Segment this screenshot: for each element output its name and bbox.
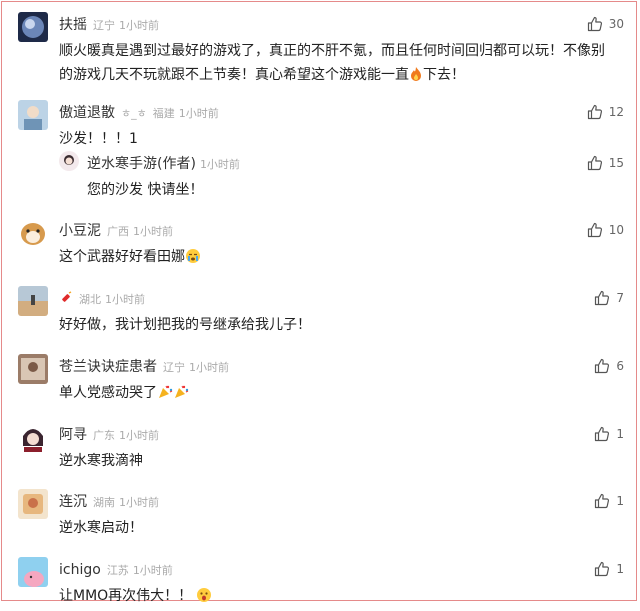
party-popper-emoji [157, 384, 173, 408]
like-count: 12 [608, 105, 624, 119]
reply-item: 逆水寒手游(作者) 1小时前 15 您的沙发 快请坐！ [59, 151, 624, 198]
region-label: 湖北 [79, 293, 101, 306]
firecracker-icon [59, 290, 73, 310]
timestamp: 1小时前 [132, 564, 173, 577]
thumbs-up-icon [595, 493, 610, 509]
user-name[interactable]: ichigo [59, 562, 101, 578]
comment-item: 苍兰诀诀症患者 辽宁 1小时前 6 单人党感动哭了 [18, 354, 624, 401]
thumbs-up-icon [587, 155, 602, 171]
comment-text: 逆水寒我滴神 [59, 453, 143, 469]
surprised-emoji [196, 587, 212, 611]
comment-text: 单人党感动哭了 [59, 381, 612, 408]
comment-item: 连沉 湖南 1小时前 1 逆水寒启动！ [18, 489, 624, 536]
like-button[interactable]: 7 [594, 288, 624, 308]
like-button[interactable]: 6 [594, 356, 624, 376]
like-count: 10 [608, 223, 624, 237]
region-label: 江苏 [106, 564, 129, 577]
timestamp: 1小时前 [119, 19, 159, 32]
comment-item: 湖北 1小时前 7 好好做，我计划把我的号继承给我儿子！ [18, 286, 624, 333]
user-name[interactable]: 苍兰诀诀症患者 [59, 359, 157, 375]
avatar[interactable] [18, 489, 48, 519]
timestamp: 1小时前 [105, 293, 145, 306]
author-avatar[interactable] [59, 151, 79, 171]
like-button[interactable]: 30 [587, 14, 624, 34]
comment-text: 您的沙发 快请坐！ [87, 182, 204, 198]
like-count: 15 [608, 156, 624, 170]
like-button[interactable]: 12 [587, 102, 624, 122]
timestamp: 1小时前 [189, 361, 229, 374]
thumbs-up-icon [595, 290, 610, 306]
comment-item: 扶摇 辽宁 1小时前 30 顺火暖真是遇到过最好的游戏了，真正的不肝不氪，而且任何时… [18, 12, 624, 83]
like-button[interactable]: 1 [594, 559, 624, 579]
avatar[interactable] [18, 422, 48, 452]
like-button[interactable]: 10 [587, 220, 624, 240]
thumbs-up-icon [595, 426, 610, 442]
timestamp: 1小时前 [119, 429, 159, 442]
comment-text: 这个武器好好看田娜 [59, 245, 612, 272]
user-name[interactable]: 阿寻 [59, 427, 87, 443]
avatar[interactable] [18, 218, 48, 248]
comment-item: 阿寻 广东 1小时前 1 逆水寒我滴神 [18, 422, 624, 469]
region-label: 福建 [152, 107, 175, 120]
fire-emoji [409, 66, 423, 90]
avatar[interactable] [18, 354, 48, 384]
region-label: 辽宁 [93, 19, 115, 32]
like-count: 30 [608, 17, 624, 31]
comment-item: ichigo 江苏 1小时前 1 让MMO再次伟大！！ [18, 557, 624, 604]
like-count: 6 [616, 359, 624, 373]
avatar[interactable] [18, 100, 48, 130]
thumbs-up-icon [587, 104, 602, 120]
like-count: 7 [616, 291, 624, 305]
comment-text: 逆水寒启动！ [59, 520, 143, 536]
user-name[interactable]: 连沉 [59, 494, 87, 510]
like-button[interactable]: 1 [594, 424, 624, 444]
comment-list-panel: 扶摇 辽宁 1小时前 30 顺火暖真是遇到过最好的游戏了，真正的不肝不氪，而且任何时… [1, 1, 637, 604]
timestamp: 1小时前 [133, 225, 173, 238]
crying-emoji [185, 248, 201, 272]
thumbs-up-icon [595, 358, 610, 374]
avatar[interactable] [18, 286, 48, 316]
comment-text: 让MMO再次伟大！！ [59, 584, 612, 611]
party-popper-emoji [173, 384, 189, 408]
timestamp: 1小时前 [178, 107, 219, 120]
like-button[interactable]: 1 [594, 491, 624, 511]
comment-item: 傲道退散 ㅎ_ㅎ 福建 1小时前 12 沙发！！！1 [18, 100, 624, 147]
comment-text: 沙发！！！1 [59, 131, 138, 147]
user-name[interactable]: 傲道退散 [59, 105, 115, 121]
like-count: 1 [616, 562, 624, 576]
like-count: 1 [616, 494, 624, 508]
name-suffix: ㅎ_ㅎ [121, 107, 147, 120]
user-name[interactable]: 小豆泥 [59, 223, 101, 239]
avatar[interactable] [18, 12, 48, 42]
user-name[interactable]: 逆水寒手游(作者) [87, 156, 196, 172]
like-button[interactable]: 15 [587, 153, 624, 173]
thumbs-up-icon [587, 222, 602, 238]
comment-text: 顺火暖真是遇到过最好的游戏了，真正的不肝不氪，而且任何时间回归都可以玩！不像别的… [59, 39, 612, 90]
thumbs-up-icon [587, 16, 602, 32]
comment-text: 好好做，我计划把我的号继承给我儿子！ [59, 317, 311, 333]
comment-item: 小豆泥 广西 1小时前 10 这个武器好好看田娜 [18, 218, 624, 265]
timestamp: 1小时前 [199, 158, 240, 171]
like-count: 1 [616, 427, 624, 441]
timestamp: 1小时前 [119, 496, 159, 509]
avatar[interactable] [18, 557, 48, 587]
region-label: 广西 [107, 225, 129, 238]
region-label: 辽宁 [163, 361, 185, 374]
user-name[interactable]: 扶摇 [59, 17, 87, 33]
region-label: 广东 [93, 429, 115, 442]
region-label: 湖南 [93, 496, 115, 509]
thumbs-up-icon [595, 561, 610, 577]
